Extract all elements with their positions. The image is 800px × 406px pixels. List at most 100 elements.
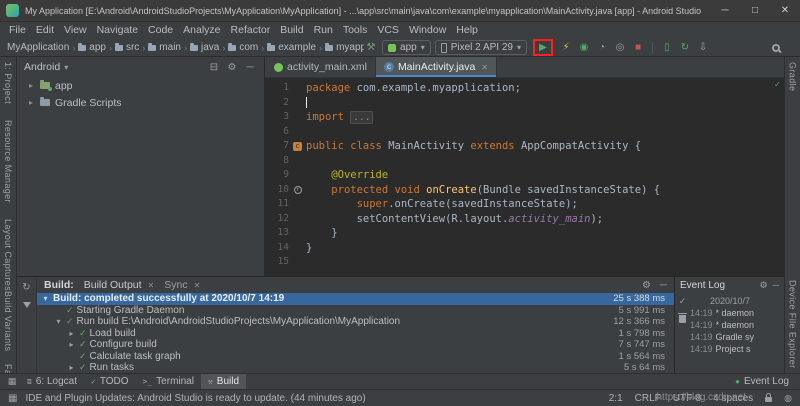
close-tab-icon[interactable]: ✕ — [194, 281, 201, 290]
build-tree-row[interactable]: ✓ Starting Gradle Daemon 5 s 991 ms — [37, 305, 674, 317]
tool-window-button-build-variants[interactable]: Build Variants — [3, 291, 13, 351]
event-log-settings-gear-icon[interactable]: ⚙ — [760, 280, 768, 291]
project-view-selector[interactable]: Android — [24, 61, 60, 73]
indent-style[interactable]: 4 spaces — [713, 393, 753, 404]
status-tool-windows-icon[interactable]: ▦ — [8, 393, 17, 404]
build-tree-row[interactable]: ✓ Calculate task graph 1 s 564 ms — [37, 351, 674, 363]
search-everywhere-button[interactable] — [772, 43, 780, 52]
menu-vcs[interactable]: VCS — [372, 22, 404, 39]
breadcrumb-item-myapplication[interactable]: myapplication — [324, 42, 364, 53]
editor-tab-mainactivity-java[interactable]: c MainActivity.java ✕ — [375, 57, 498, 77]
menu-refactor[interactable]: Refactor — [226, 22, 276, 39]
sdk-manager-icon[interactable]: ⇩ — [696, 40, 710, 56]
event-log-entry[interactable]: 14:19 Gradle sy — [690, 331, 784, 343]
override-gutter-icon[interactable]: ↑ — [289, 183, 306, 198]
clear-log-trash-icon[interactable] — [678, 313, 687, 323]
chevron-right-icon[interactable]: ▸ — [67, 362, 76, 373]
debug-icon[interactable]: ◉ — [577, 40, 591, 56]
hide-panel-icon[interactable]: ─ — [243, 62, 257, 73]
build-settings-gear-icon[interactable]: ⚙ — [642, 280, 651, 291]
class-gutter-icon[interactable]: c — [289, 139, 306, 154]
tool-window-button-6-logcat[interactable]: ≣ 6: Logcat — [20, 374, 84, 390]
build-tree-row[interactable]: ▾ Build: completed successfully at 2020/1… — [37, 293, 674, 305]
tab-sync[interactable]: Sync ✕ — [164, 279, 200, 291]
lock-icon[interactable] — [765, 393, 773, 402]
tool-window-button-device-file-explorer[interactable]: Device File Explorer — [788, 280, 798, 369]
close-button[interactable]: ✕ — [770, 0, 800, 22]
breadcrumb-item-app[interactable]: app — [77, 42, 107, 53]
menu-window[interactable]: Window — [404, 22, 451, 39]
menu-file[interactable]: File — [4, 22, 31, 39]
chevron-down-icon[interactable]: ▾ — [54, 316, 63, 328]
tool-window-button-terminal[interactable]: >_ Terminal — [136, 374, 201, 390]
filter-icon[interactable] — [22, 302, 31, 308]
profile-icon[interactable]: ◔ — [595, 40, 609, 56]
build-tree-row[interactable]: ▾ ✓ Run build E:\Android\AndroidStudioProj… — [37, 316, 674, 328]
menu-help[interactable]: Help — [451, 22, 483, 39]
event-log-entry[interactable]: 14:19 * daemon — [690, 319, 784, 331]
chevron-right-icon[interactable]: ▸ — [67, 328, 76, 340]
tool-window-button-todo[interactable]: ✓ TODO — [84, 374, 136, 390]
breadcrumb-item-myapplication[interactable]: MyApplication — [6, 42, 70, 53]
notification-indicator-icon[interactable]: ◍ — [784, 393, 792, 404]
menu-navigate[interactable]: Navigate — [92, 22, 143, 39]
menu-run[interactable]: Run — [309, 22, 338, 39]
build-tree-row[interactable]: ▸ ✓ Configure build 7 s 747 ms — [37, 339, 674, 351]
gradle-sync-icon[interactable]: ↻ — [678, 40, 692, 56]
hide-panel-icon[interactable]: ─ — [773, 280, 779, 290]
chevron-right-icon[interactable]: ▸ — [27, 98, 35, 107]
avd-manager-icon[interactable]: ▯ — [660, 40, 674, 56]
menu-build[interactable]: Build — [275, 22, 308, 39]
chevron-right-icon[interactable]: ▸ — [67, 339, 76, 351]
close-tab-icon[interactable]: ✕ — [148, 281, 155, 290]
build-tree-row[interactable]: ▸ ✓ Load build 1 s 798 ms — [37, 328, 674, 340]
make-project-icon[interactable]: ⚒ — [364, 40, 378, 56]
restart-build-icon[interactable]: ↻ — [22, 283, 30, 293]
editor-tab-activity-main-xml[interactable]: activity_main.xml — [266, 57, 376, 77]
status-message[interactable]: IDE and Plugin Updates: Android Studio i… — [25, 393, 365, 404]
breadcrumb-item-src[interactable]: src — [114, 42, 140, 53]
code-area[interactable]: 1 package com.example.myapplication; 2 3 imp… — [265, 78, 784, 276]
breadcrumb-item-com[interactable]: com — [227, 42, 259, 53]
breadcrumb-item-main[interactable]: main — [147, 42, 182, 53]
hide-panel-icon[interactable]: ─ — [660, 280, 667, 291]
menu-view[interactable]: View — [59, 22, 92, 39]
settings-gear-icon[interactable]: ⚙ — [225, 62, 239, 73]
stop-icon[interactable]: ■ — [631, 40, 645, 56]
attach-debugger-icon[interactable]: ◎ — [613, 40, 627, 56]
tree-item-app[interactable]: ▸ app — [17, 77, 264, 94]
tool-window-switcher-icon[interactable]: ▦ — [4, 376, 20, 387]
close-tab-icon[interactable]: ✕ — [481, 63, 488, 72]
breadcrumb-item-example[interactable]: example — [266, 42, 317, 53]
menu-code[interactable]: Code — [143, 22, 178, 39]
breadcrumb-item-java[interactable]: java — [189, 42, 220, 53]
menu-analyze[interactable]: Analyze — [178, 22, 225, 39]
chevron-down-icon[interactable]: ▾ — [41, 293, 50, 305]
menu-edit[interactable]: Edit — [31, 22, 59, 39]
collapse-all-icon[interactable]: ⊟ — [207, 62, 221, 73]
tool-window-button-1-project[interactable]: 1: Project — [3, 62, 13, 104]
event-log-entry[interactable]: 2020/10/7 — [690, 295, 784, 307]
minimize-button[interactable]: ─ — [710, 0, 740, 22]
tool-window-button-build[interactable]: ⚒ Build — [200, 373, 247, 390]
run-config-select[interactable]: app ▾ — [382, 40, 431, 55]
file-encoding[interactable]: UTF-8 — [673, 393, 701, 404]
mark-read-check-icon[interactable]: ✓ — [679, 297, 687, 306]
event-log-entry[interactable]: 14:19 Project s — [690, 343, 784, 355]
tool-window-button-resource-manager[interactable]: Resource Manager — [3, 120, 13, 203]
tool-window-button-layout-captures[interactable]: Layout Captures — [3, 219, 13, 291]
tab-build-output[interactable]: Build Output ✕ — [84, 279, 155, 291]
tool-window-button-gradle[interactable]: Gradle — [788, 62, 798, 91]
run-button[interactable]: ▶ — [537, 40, 549, 56]
tree-item-gradle-scripts[interactable]: ▸ Gradle Scripts — [17, 94, 264, 111]
build-tree-row[interactable]: ▸ ✓ Run tasks 5 s 64 ms — [37, 362, 674, 373]
line-separator[interactable]: CRLF — [635, 393, 661, 404]
device-select[interactable]: Pixel 2 API 29 ▾ — [434, 40, 527, 55]
menu-tools[interactable]: Tools — [338, 22, 373, 39]
caret-position[interactable]: 2:1 — [609, 393, 623, 404]
event-log-entry[interactable]: 14:19 * daemon — [690, 307, 784, 319]
maximize-button[interactable]: □ — [740, 0, 770, 22]
apply-changes-icon[interactable]: ⚡ — [559, 40, 573, 56]
chevron-right-icon[interactable]: ▸ — [27, 81, 35, 90]
tool-window-button-event-log[interactable]: ● Event Log — [728, 374, 796, 390]
